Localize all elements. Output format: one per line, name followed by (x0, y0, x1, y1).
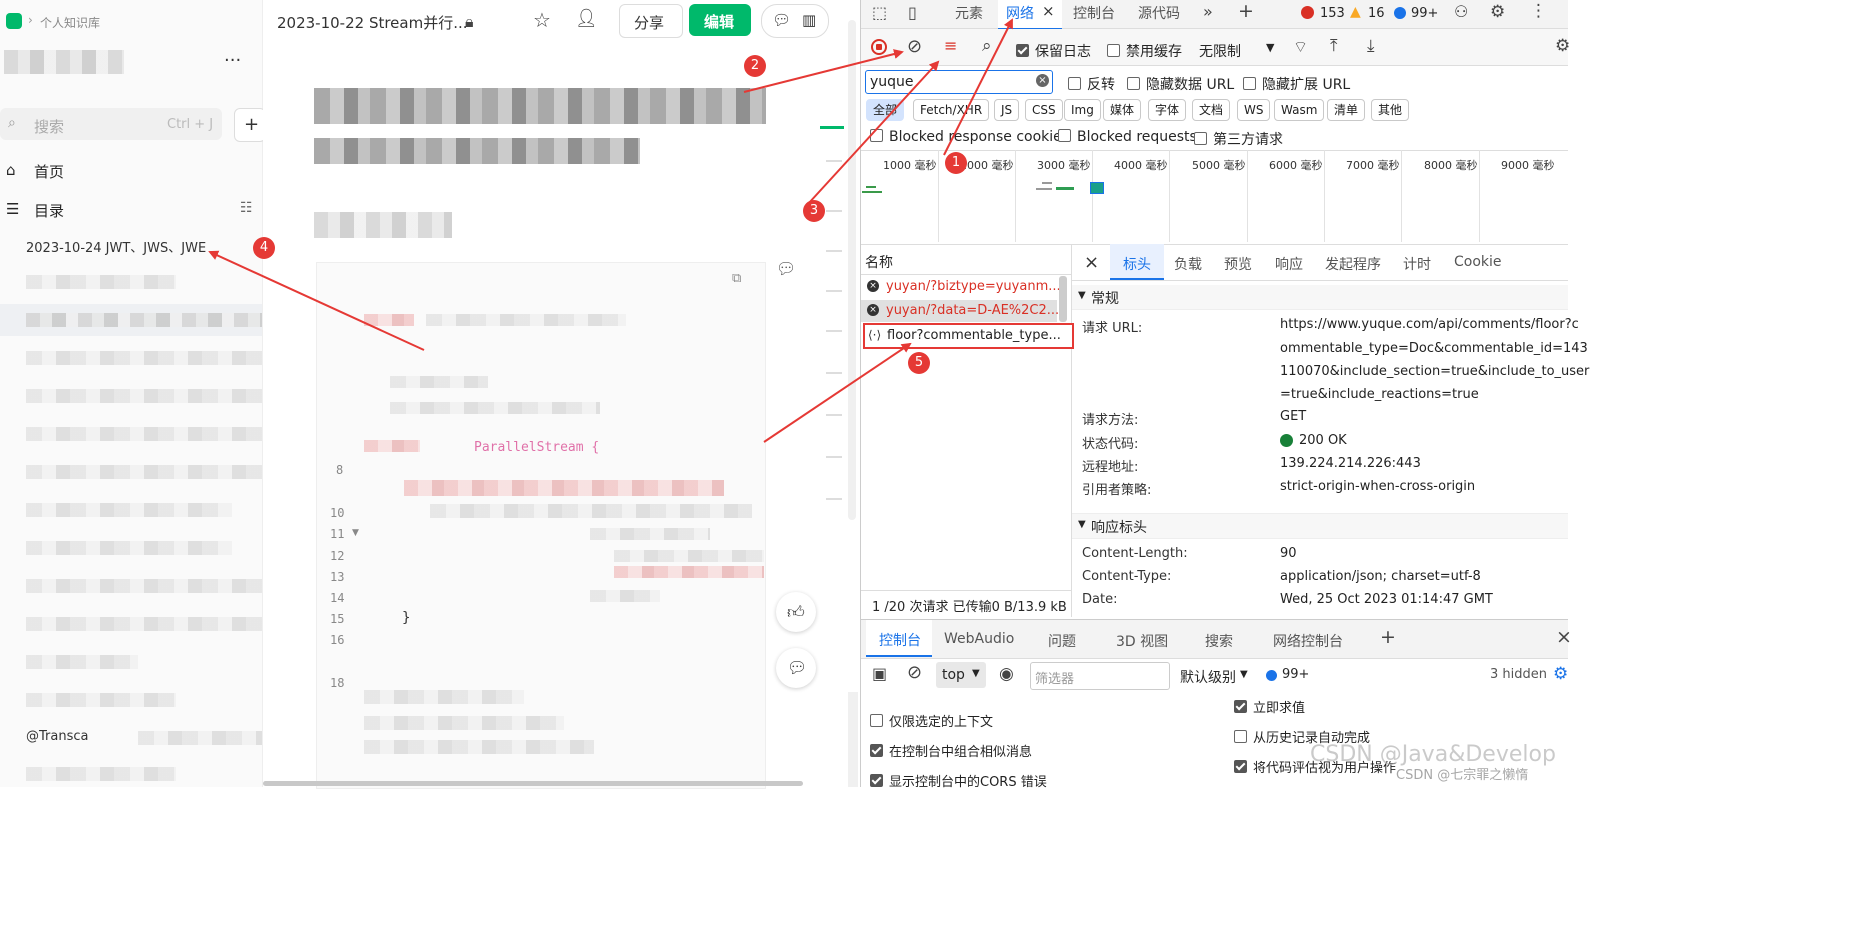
arrow-2 (743, 49, 904, 93)
arrow-4 (208, 250, 425, 351)
arrow-3 (807, 60, 940, 205)
annotation-badge: 2 (744, 55, 766, 77)
annotation-badge: 4 (253, 237, 275, 259)
annotation-badge: 5 (908, 352, 930, 374)
annotation-arrows (208, 18, 1013, 443)
annotation-badge: 1 (945, 152, 967, 174)
arrow-5 (763, 342, 912, 443)
annotation-badge: 3 (803, 200, 825, 222)
arrow-1 (943, 18, 1013, 156)
